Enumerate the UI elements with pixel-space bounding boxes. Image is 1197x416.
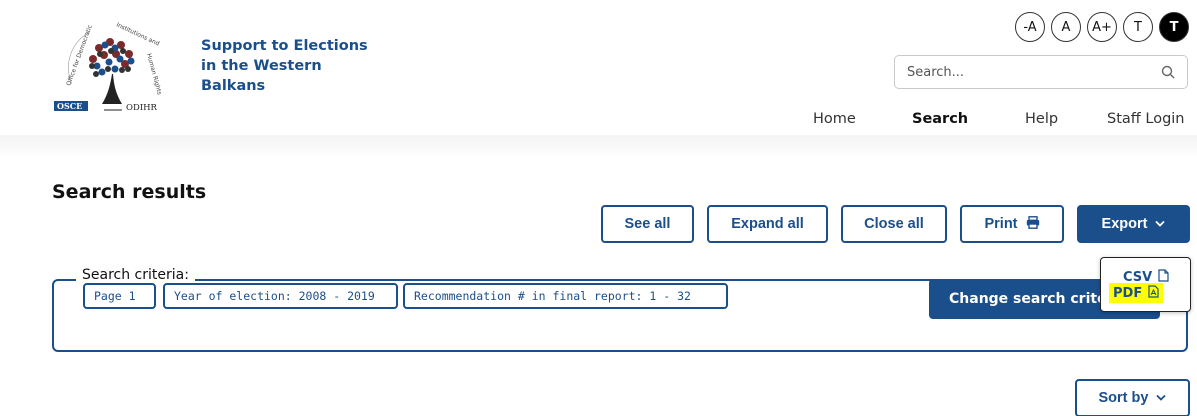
site-title-line-2: in the Western [201,58,322,74]
svg-text:OSCE: OSCE [57,101,82,111]
close-all-label: Close all [864,216,924,232]
search-icon[interactable] [1161,65,1175,79]
svg-text:Human Rights: Human Rights [145,53,163,96]
nav-staff-login[interactable]: Staff Login [1107,111,1185,127]
site-title[interactable]: Support to Elections in the Western Balk… [201,36,391,96]
site-title-line-1: Support to Elections [201,38,368,54]
nav-search[interactable]: Search [912,111,968,127]
accessibility-controls: -A A A+ T T [1015,12,1189,42]
logo-tree-icon [89,38,135,104]
svg-text:ODIHR: ODIHR [126,103,158,113]
export-dropdown-menu: CSV PDF [1100,257,1191,312]
font-increase-button[interactable]: A+ [1087,12,1117,42]
print-button[interactable]: Print [960,205,1064,243]
pdf-file-icon [1148,284,1159,302]
criteria-chip-page[interactable]: Page 1 [83,283,156,309]
header-divider [0,135,1197,159]
chevron-down-icon [1155,216,1166,232]
search-criteria-legend: Search criteria: [76,267,195,283]
osce-odihr-logo[interactable]: Office for Democratic Institutions and H… [52,14,174,136]
see-all-label: See all [624,216,671,232]
see-all-button[interactable]: See all [601,205,694,243]
export-label: Export [1101,216,1148,232]
font-decrease-button[interactable]: -A [1015,12,1045,42]
nav-home[interactable]: Home [813,111,856,127]
criteria-chip-recommendation[interactable]: Recommendation # in final report: 1 - 32 [403,283,728,309]
nav-help[interactable]: Help [1025,111,1058,127]
export-pdf-label: PDF [1113,285,1143,301]
font-reset-button[interactable]: A [1051,12,1081,42]
expand-all-label: Expand all [731,216,804,232]
criteria-chip-year[interactable]: Year of election: 2008 - 2019 [163,283,398,309]
text-only-button[interactable]: T [1123,12,1153,42]
export-pdf-option[interactable]: PDF [1109,283,1164,303]
close-all-button[interactable]: Close all [841,205,947,243]
print-label: Print [984,216,1018,232]
page-title: Search results [52,181,207,203]
search-box [894,55,1188,89]
sort-by-button[interactable]: Sort by [1075,379,1190,416]
export-button[interactable]: Export [1077,205,1190,243]
high-contrast-button[interactable]: T [1159,12,1189,42]
printer-icon [1026,215,1040,233]
site-title-line-3: Balkans [201,78,266,94]
chevron-down-icon [1156,390,1167,406]
sort-by-label: Sort by [1098,390,1149,406]
expand-all-button[interactable]: Expand all [707,205,828,243]
svg-text:Office for Democratic: Office for Democratic [65,24,94,87]
search-input[interactable] [907,64,1161,80]
